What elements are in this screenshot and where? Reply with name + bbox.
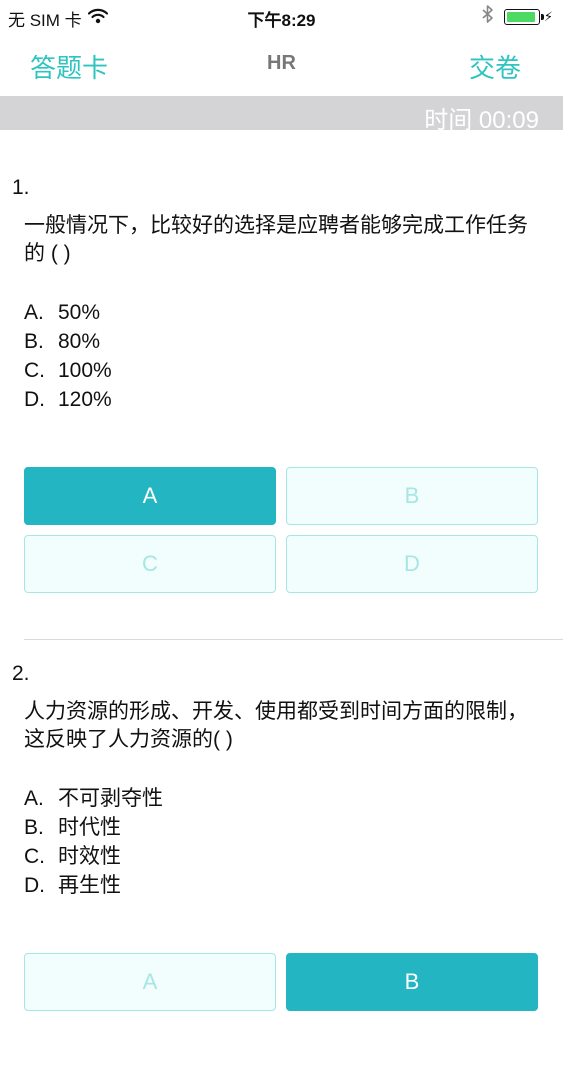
charging-bolt-icon: ⚡: [543, 8, 553, 24]
answer-button-a[interactable]: A: [24, 953, 276, 1011]
question-number: 1.: [12, 176, 30, 199]
option-text: 再生性: [58, 874, 121, 897]
option-text: 时效性: [58, 845, 121, 868]
option-item: D. 再生性: [24, 871, 163, 900]
option-item: B. 时代性: [24, 813, 163, 842]
nav-bar: 答题卡 HR 交卷: [0, 32, 563, 96]
option-item: C. 时效性: [24, 842, 163, 871]
battery-icon: [503, 8, 544, 25]
timer-label: 时间 00:09: [424, 107, 539, 134]
answer-button-c[interactable]: C: [24, 535, 276, 593]
option-letter: C.: [24, 845, 45, 868]
option-text: 120%: [58, 388, 112, 411]
option-letter: D.: [24, 874, 45, 897]
status-time: 下午8:29: [247, 11, 316, 30]
option-text: 50%: [58, 301, 101, 324]
battery-tip: [540, 13, 544, 20]
option-letter: B.: [24, 816, 44, 839]
answer-button-b[interactable]: B: [286, 467, 538, 525]
submit-button[interactable]: 交卷: [469, 48, 521, 85]
question-number: 2.: [12, 662, 30, 685]
answer-card-button[interactable]: 答题卡: [30, 48, 108, 85]
answer-button-b[interactable]: B: [286, 953, 538, 1011]
option-item: B. 80%: [24, 327, 112, 356]
battery-fill: [506, 11, 535, 22]
option-item: A. 50%: [24, 298, 112, 327]
answer-grid: A B: [24, 953, 539, 1081]
option-text: 时代性: [58, 816, 121, 839]
option-letter: A.: [24, 787, 44, 810]
option-text: 80%: [58, 330, 101, 353]
question-text: 人力资源的形成、开发、使用都受到时间方面的限制，这反映了人力资源的( ): [24, 700, 528, 751]
timer-bar: 时间 00:09: [0, 96, 563, 134]
answer-button-d[interactable]: D: [286, 535, 538, 593]
question-divider: [24, 639, 563, 640]
option-text: 不可剥夺性: [58, 787, 163, 810]
option-letter: A.: [24, 301, 44, 324]
status-right: ⚡: [482, 5, 553, 28]
option-letter: D.: [24, 388, 45, 411]
bluetooth-icon: [482, 5, 494, 28]
option-list: A. 不可剥夺性 B. 时代性 C. 时效性 D. 再生性: [24, 784, 163, 900]
option-text: 100%: [58, 359, 112, 382]
option-letter: B.: [24, 330, 44, 353]
option-item: A. 不可剥夺性: [24, 784, 163, 813]
option-item: C. 100%: [24, 356, 112, 385]
option-list: A. 50% B. 80% C. 100% D. 120%: [24, 298, 112, 414]
answer-grid: A B C D: [24, 467, 539, 595]
option-item: D. 120%: [24, 385, 112, 414]
answer-button-a[interactable]: A: [24, 467, 276, 525]
option-letter: C.: [24, 359, 45, 382]
status-bar: 无 SIM 卡 下午8:29 ⚡: [0, 0, 563, 32]
question-text: 一般情况下，比较好的选择是应聘者能够完成工作任务的 ( ): [24, 214, 528, 265]
